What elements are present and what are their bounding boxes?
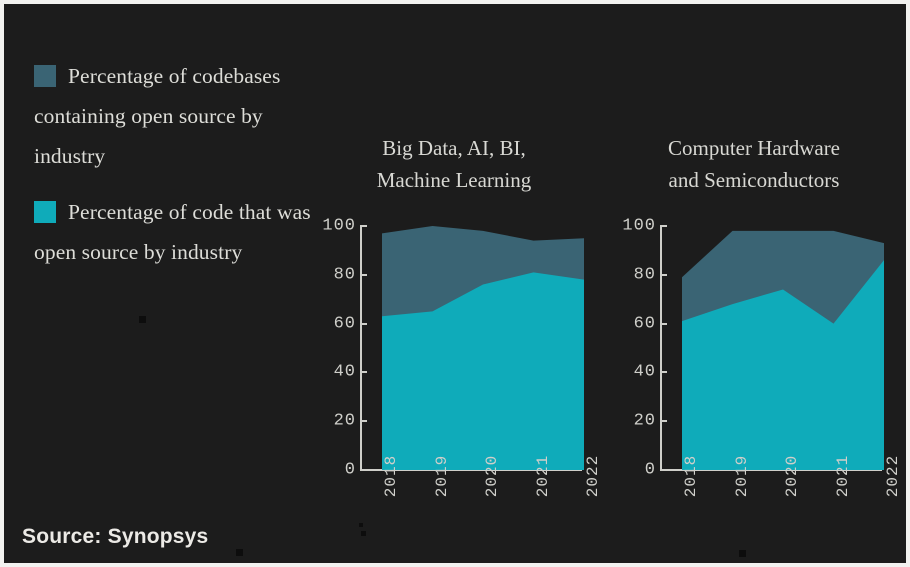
y-tick-label: 60 xyxy=(333,314,356,334)
y-tick-mark xyxy=(660,322,667,325)
y-axis-labels: 0 20 40 60 80 100 xyxy=(604,217,656,480)
y-tick-mark xyxy=(660,273,667,276)
artifact-dot xyxy=(236,549,243,556)
y-tick-label: 40 xyxy=(333,362,356,382)
y-axis-spine xyxy=(660,226,662,470)
y-tick-label: 100 xyxy=(322,216,356,236)
x-tick-label: 2019 xyxy=(732,454,751,498)
legend-swatch-codebases xyxy=(34,65,56,87)
source-caption: Source: Synopsys xyxy=(22,525,209,548)
legend-label-code: Percentage of code that was open source … xyxy=(34,200,311,264)
y-tick-mark xyxy=(360,322,367,325)
artifact-dot xyxy=(139,316,146,323)
y-tick-label: 60 xyxy=(633,314,656,334)
legend-label-codebases: Percentage of codebases containing open … xyxy=(34,64,281,168)
y-tick-mark xyxy=(660,225,667,227)
y-tick-label: 100 xyxy=(622,216,656,236)
y-tick-mark xyxy=(660,420,667,423)
x-axis-labels: 2018 2019 2020 2021 2022 xyxy=(682,455,902,534)
y-tick-mark xyxy=(360,420,367,423)
y-tick-label: 20 xyxy=(633,411,656,431)
slide-canvas: Percentage of codebases containing open … xyxy=(0,0,910,567)
artifact-dot xyxy=(739,550,746,557)
legend-item-code: Percentage of code that was open source … xyxy=(34,192,324,272)
stacked-area-svg xyxy=(382,226,584,470)
y-tick-label: 0 xyxy=(644,460,656,480)
chart-title: Computer Hardware and Semiconductors xyxy=(667,136,841,192)
x-tick-label: 2021 xyxy=(833,454,852,498)
y-tick-mark xyxy=(360,371,367,374)
x-axis-labels: 2018 2019 2020 2021 2022 xyxy=(382,455,602,534)
x-tick-label: 2021 xyxy=(533,454,552,498)
legend-swatch-code xyxy=(34,201,56,223)
plot-area xyxy=(682,226,884,470)
artifact-dot xyxy=(361,531,366,536)
stacked-area-svg xyxy=(682,230,884,470)
chart-title: Big Data, AI, BI, Machine Learning xyxy=(376,136,532,192)
artifact-dot xyxy=(359,523,363,527)
y-tick-label: 80 xyxy=(633,265,656,285)
y-axis-spine xyxy=(360,226,362,470)
x-tick-label: 2018 xyxy=(682,454,700,498)
charts-container: Big Data, AI, BI, Machine Learning 0 20 40… xyxy=(304,132,904,544)
x-tick-label: 2020 xyxy=(483,454,501,498)
legend-item-codebases: Percentage of codebases containing open … xyxy=(34,56,324,176)
y-axis-labels: 0 20 40 60 80 100 xyxy=(304,217,356,480)
y-tick-label: 80 xyxy=(333,265,356,285)
y-tick-label: 40 xyxy=(633,362,656,382)
y-tick-mark xyxy=(360,273,367,276)
y-tick-mark xyxy=(660,371,667,374)
x-tick-label: 2019 xyxy=(432,454,451,498)
x-tick-label: 2022 xyxy=(884,454,902,498)
plot-area xyxy=(382,226,584,470)
plot-wrapper: 0 20 40 60 80 100 2018 2019 2020 2021 2022 xyxy=(604,217,904,498)
x-tick-label: 2022 xyxy=(584,454,602,498)
plot-wrapper: 0 20 40 60 80 100 2018 2019 2020 2021 2022 xyxy=(304,217,604,498)
chart-big-data-ai-bi-ml: Big Data, AI, BI, Machine Learning 0 20 40… xyxy=(304,132,604,544)
y-tick-label: 0 xyxy=(344,460,356,480)
x-tick-label: 2020 xyxy=(783,454,801,498)
y-tick-label: 20 xyxy=(333,411,356,431)
chart-legend: Percentage of codebases containing open … xyxy=(34,56,324,288)
y-tick-mark xyxy=(360,225,367,227)
x-tick-label: 2018 xyxy=(382,454,400,498)
chart-computer-hardware-semiconductors: Computer Hardware and Semiconductors 0 20… xyxy=(604,132,904,544)
